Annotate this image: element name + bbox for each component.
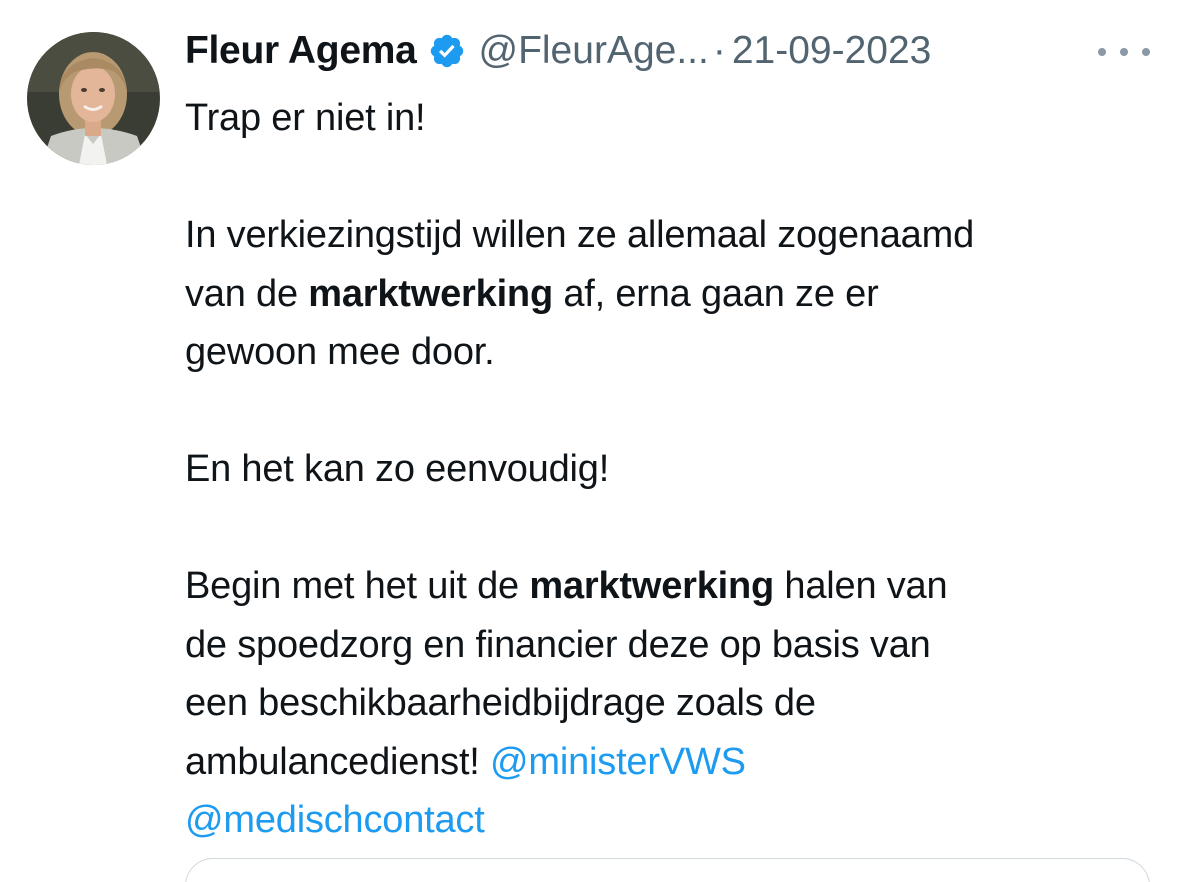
- more-dot: [1142, 48, 1150, 56]
- bold-keyword: marktwerking: [529, 565, 775, 607]
- header-separator: ·: [712, 29, 726, 72]
- author-name[interactable]: Fleur Agema: [185, 29, 417, 73]
- text-run: af, erna gaan ze er: [552, 272, 879, 315]
- avatar-image: [27, 32, 160, 165]
- avatar[interactable]: [27, 32, 160, 165]
- mention-link-ministervws[interactable]: @ministerVWS: [490, 741, 746, 783]
- text-run: halen van: [774, 565, 948, 607]
- tweet-line: de spoedzorg en financier deze op basis …: [185, 616, 1155, 675]
- text-run: de spoedzorg en financier deze op basis …: [185, 623, 931, 666]
- text-run: Trap er niet in!: [185, 97, 426, 139]
- tweet-text: Trap er niet in! In verkiezingstijd will…: [185, 89, 1155, 850]
- tweet-line: Begin met het uit de marktwerking halen …: [185, 557, 1155, 616]
- bold-keyword: marktwerking: [308, 272, 553, 315]
- tweet-line: van de marktwerking af, erna gaan ze er: [185, 265, 1155, 324]
- tweet-line: Trap er niet in!: [185, 89, 1155, 148]
- tweet-line: In verkiezingstijd willen ze allemaal zo…: [185, 206, 1155, 265]
- text-run: een beschikbaarheidbijdrage zoals de: [185, 682, 816, 724]
- text-run: gewoon mee door.: [185, 331, 495, 373]
- more-dot: [1098, 48, 1106, 56]
- tweet-date[interactable]: 21-09-2023: [732, 29, 932, 73]
- text-run: van de: [185, 272, 309, 315]
- more-dot: [1120, 48, 1128, 56]
- text-run: ambulancedienst!: [185, 740, 491, 783]
- tweet-line: @medischcontact: [185, 791, 1155, 850]
- more-options-icon[interactable]: [1098, 36, 1150, 68]
- text-run: En het kan zo eenvoudig!: [185, 448, 610, 490]
- text-run: In verkiezingstijd willen ze allemaal zo…: [185, 214, 975, 256]
- mention-link-medischcontact[interactable]: @medischcontact: [185, 799, 485, 841]
- tweet-line: ambulancedienst! @ministerVWS: [185, 733, 1155, 792]
- verified-badge-icon: [428, 32, 466, 70]
- tweet-line: een beschikbaarheidbijdrage zoals de: [185, 674, 1155, 733]
- tweet: Fleur Agema @FleurAge... · 21-09-2023 Tr…: [0, 0, 1179, 882]
- tweet-header: Fleur Agema @FleurAge... · 21-09-2023: [185, 26, 931, 76]
- text-run: Begin met het uit de: [185, 565, 530, 607]
- tweet-line: gewoon mee door.: [185, 323, 1155, 382]
- quoted-card[interactable]: [185, 858, 1150, 882]
- author-handle[interactable]: @FleurAge...: [478, 29, 708, 73]
- tweet-line: En het kan zo eenvoudig!: [185, 440, 1155, 499]
